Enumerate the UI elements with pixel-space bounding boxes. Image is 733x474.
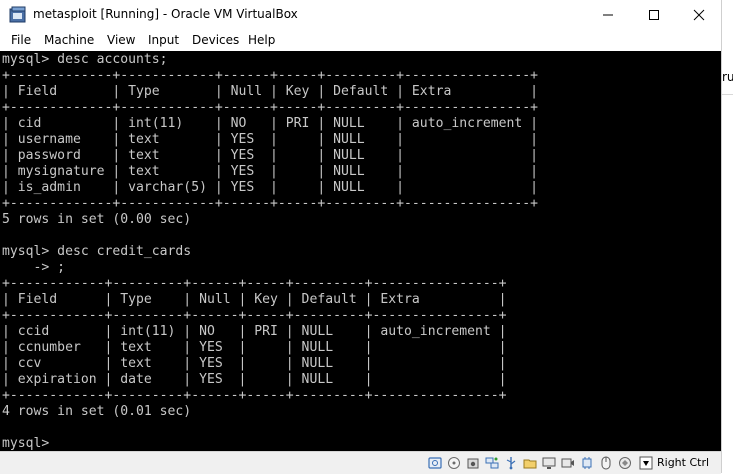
console-line: +-------------+------------+------+-----… — [2, 100, 539, 115]
down-arrow-icon — [639, 456, 653, 470]
menu-bar: File Machine View Input Devices Help — [0, 30, 721, 51]
maximize-button[interactable] — [631, 0, 677, 29]
window-title: metasploit [Running] - Oracle VM Virtual… — [33, 7, 298, 21]
menu-view[interactable]: View — [107, 33, 135, 47]
background-window-divider — [722, 94, 733, 95]
close-button[interactable] — [676, 0, 722, 29]
console-line: | ccid | int(11) | NO | PRI | NULL | aut… — [2, 324, 507, 339]
console-line: | is_admin | varchar(5) | YES | | NULL |… — [2, 180, 539, 195]
console-line: +-------------+------------+------+-----… — [2, 196, 539, 211]
audio-icon[interactable] — [466, 456, 480, 470]
minimize-icon — [603, 14, 613, 15]
console-line: | username | text | YES | | NULL | | — [2, 132, 539, 147]
console-output: mysql> desc accounts; +-------------+----… — [2, 52, 538, 451]
console-line: mysql> — [2, 436, 50, 451]
console-line: +------------+---------+------+-----+---… — [2, 308, 507, 323]
usb-icon[interactable] — [504, 456, 518, 470]
background-window-text: ru — [722, 70, 733, 84]
title-bar[interactable]: metasploit [Running] - Oracle VM Virtual… — [0, 0, 721, 30]
console-line: | mysignature | text | YES | | NULL | | — [2, 164, 539, 179]
console-line: | ccnumber | text | YES | | NULL | | — [2, 340, 507, 355]
optical-drive-icon[interactable] — [447, 456, 461, 470]
mouse-integration-icon[interactable] — [599, 456, 613, 470]
console-line: | Field | Type | Null | Key | Default | … — [2, 292, 507, 307]
display-icon[interactable] — [542, 456, 556, 470]
console-line: mysql> desc credit_cards — [2, 244, 192, 259]
console-line: -> ; — [2, 260, 66, 275]
console-line: | cid | int(11) | NO | PRI | NULL | auto… — [2, 116, 539, 131]
minimize-button[interactable] — [585, 0, 631, 29]
menu-machine[interactable]: Machine — [44, 33, 94, 47]
hard-disk-icon[interactable] — [428, 456, 442, 470]
close-icon — [693, 9, 705, 20]
console-line: +------------+---------+------+-----+---… — [2, 388, 507, 403]
virtualbox-icon — [9, 6, 26, 23]
virtualbox-window: metasploit [Running] - Oracle VM Virtual… — [0, 0, 722, 474]
console-line: | Field | Type | Null | Key | Default | … — [2, 84, 539, 99]
vm-console-screen[interactable]: mysql> desc accounts; +-------------+----… — [0, 51, 721, 451]
maximize-icon — [649, 9, 659, 20]
console-line: | ccv | text | YES | | NULL | | — [2, 356, 507, 371]
console-line: +------------+---------+------+-----+---… — [2, 276, 507, 291]
menu-file[interactable]: File — [11, 33, 31, 47]
shared-folders-icon[interactable] — [523, 456, 537, 470]
console-line: 5 rows in set (0.00 sec) — [2, 212, 192, 227]
menu-devices[interactable]: Devices — [192, 33, 239, 47]
video-capture-icon[interactable] — [561, 456, 575, 470]
menu-help[interactable]: Help — [248, 33, 275, 47]
console-line: mysql> desc accounts; — [2, 52, 168, 67]
host-key-label: Right Ctrl — [657, 456, 710, 469]
network-icon[interactable] — [485, 456, 499, 470]
console-line: | password | text | YES | | NULL | | — [2, 148, 539, 163]
menu-input[interactable]: Input — [148, 33, 179, 47]
keyboard-capture-icon[interactable] — [618, 456, 632, 470]
console-line: +-------------+------------+------+-----… — [2, 68, 539, 83]
console-line: 4 rows in set (0.01 sec) — [2, 404, 192, 419]
console-line: | expiration | date | YES | | NULL | | — [2, 372, 507, 387]
cpu-icon[interactable] — [580, 456, 594, 470]
status-bar: Right Ctrl — [0, 451, 721, 474]
